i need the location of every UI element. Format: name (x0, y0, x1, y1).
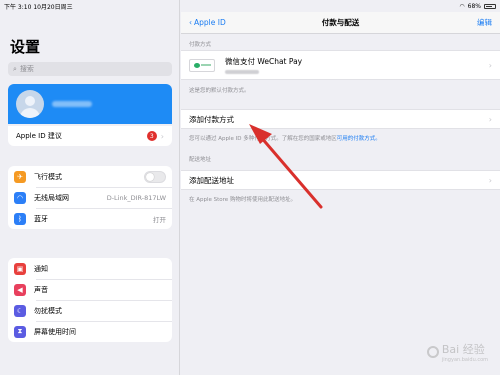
page-title: 付款与配送 (321, 18, 360, 27)
appleid-badge: 3 (146, 131, 157, 141)
moon-icon: ☾ (14, 304, 26, 317)
payment-options-note: 您可以通过 Apple ID 多种付款方式。了解在您的国家或地区可用的付款方式。 (189, 134, 489, 142)
battery-icon (484, 3, 496, 9)
avatar-head (25, 96, 35, 106)
sidebar-item-sounds[interactable]: ◀ 声音 (8, 279, 172, 300)
sidebar-item-bluetooth[interactable]: ᛒ 蓝牙 打开 (8, 208, 172, 229)
status-time: 下午 3:10 (4, 3, 32, 11)
notifications-group: ▣ 通知 ◀ 声音 ☾ 勿扰模式 ⧗ 屏幕使用时间 (8, 258, 172, 342)
detail-navbar: ‹ Apple ID 付款与配送 编辑 (181, 12, 500, 34)
sidebar-item-label: 屏幕使用时间 (34, 327, 76, 336)
profile-card[interactable] (8, 84, 172, 124)
avatar (16, 90, 44, 118)
search-placeholder: 搜索 (19, 65, 34, 73)
wifi-icon: ◠ (14, 191, 26, 204)
add-payment-row[interactable]: 添加付款方式 › (181, 109, 500, 129)
airplane-toggle[interactable] (144, 170, 166, 183)
sidebar-item-label: 声音 (34, 285, 48, 294)
sidebar-item-label: 勿扰模式 (34, 306, 62, 315)
wechat-account-redacted (225, 70, 259, 74)
wechat-pay-row[interactable]: 微信支付 WeChat Pay › (181, 50, 500, 80)
sidebar-item-label: 通知 (34, 264, 48, 273)
shipping-note: 在 Apple Store 购物时将使用此配送地址。 (189, 197, 296, 203)
sidebar-item-label: 蓝牙 (34, 214, 48, 223)
chevron-right-icon: › (488, 175, 492, 185)
sound-icon: ◀ (14, 283, 26, 296)
wechat-logo-dot (193, 62, 200, 68)
airplane-icon: ✈ (14, 170, 26, 183)
wifi-network-value: D-Link_DIR-817LW (106, 193, 166, 202)
sidebar-item-label: 无线局域网 (34, 193, 69, 202)
sidebar-item-screen-time[interactable]: ⧗ 屏幕使用时间 (8, 321, 172, 342)
bluetooth-icon: ᛒ (14, 212, 26, 225)
chevron-right-icon: › (488, 60, 492, 70)
sidebar-item-label: 飞行模式 (34, 172, 62, 181)
settings-sidebar: 设置 ⌕ 搜索 Apple ID 建议 3 › ✈ 飞行模式 ◠ 无线局域网 D… (0, 0, 180, 375)
chevron-right-icon: › (488, 114, 492, 124)
sidebar-item-do-not-disturb[interactable]: ☾ 勿扰模式 (8, 300, 172, 321)
wechat-pay-label: 微信支付 WeChat Pay (225, 57, 303, 66)
notification-icon: ▣ (14, 262, 26, 275)
bluetooth-value: 打开 (153, 215, 166, 224)
avatar-body (20, 108, 40, 118)
status-bar: 下午 3:10 10月20日周三 ◠ 68% (0, 0, 500, 12)
wechat-logo-bar (200, 64, 211, 66)
connectivity-group: ✈ 飞行模式 ◠ 无线局域网 D-Link_DIR-817LW ᛒ 蓝牙 打开 (8, 166, 172, 229)
add-shipping-label: 添加配送地址 (189, 175, 234, 185)
add-shipping-row[interactable]: 添加配送地址 › (181, 170, 500, 190)
paw-logo-icon (426, 346, 439, 358)
payment-options-text: 您可以通过 Apple ID 多种付款方式。了解在您的国家或地区 (189, 136, 337, 142)
battery-percent: 68% (467, 2, 481, 10)
edit-button[interactable]: 编辑 (477, 17, 492, 28)
sidebar-title: 设置 (10, 38, 41, 56)
sidebar-item-wifi[interactable]: ◠ 无线局域网 D-Link_DIR-817LW (8, 187, 172, 208)
add-payment-label: 添加付款方式 (189, 114, 234, 124)
sidebar-item-airplane[interactable]: ✈ 飞行模式 (8, 166, 172, 187)
shipping-section-label: 配送地址 (189, 157, 212, 163)
chevron-right-icon: › (160, 131, 164, 141)
profile-name-redacted (52, 101, 92, 107)
status-date: 10月20日周三 (33, 3, 73, 11)
hourglass-icon: ⧗ (14, 325, 26, 338)
sidebar-item-notifications[interactable]: ▣ 通知 (8, 258, 172, 279)
watermark: Bai 经验 jingyan.baidu.com (426, 341, 488, 363)
watermark-url: jingyan.baidu.com (441, 357, 488, 363)
payment-section-label: 付款方式 (189, 42, 212, 48)
wechat-pay-logo (189, 58, 215, 72)
payment-options-link[interactable]: 可用的付款方式。 (337, 136, 381, 142)
default-payment-note: 这是您的默认付款方式。 (189, 88, 250, 94)
detail-pane: ‹ Apple ID 付款与配送 编辑 付款方式 微信支付 WeChat Pay… (181, 0, 500, 375)
search-field[interactable]: ⌕ 搜索 (8, 62, 172, 76)
wifi-status-icon: ◠ (459, 2, 465, 10)
appleid-suggestion-row[interactable]: Apple ID 建议 3 › (8, 126, 172, 146)
watermark-brand: Bai 经验 (441, 343, 485, 356)
appleid-suggestion-label: Apple ID 建议 (16, 132, 62, 140)
search-icon: ⌕ (13, 64, 17, 73)
